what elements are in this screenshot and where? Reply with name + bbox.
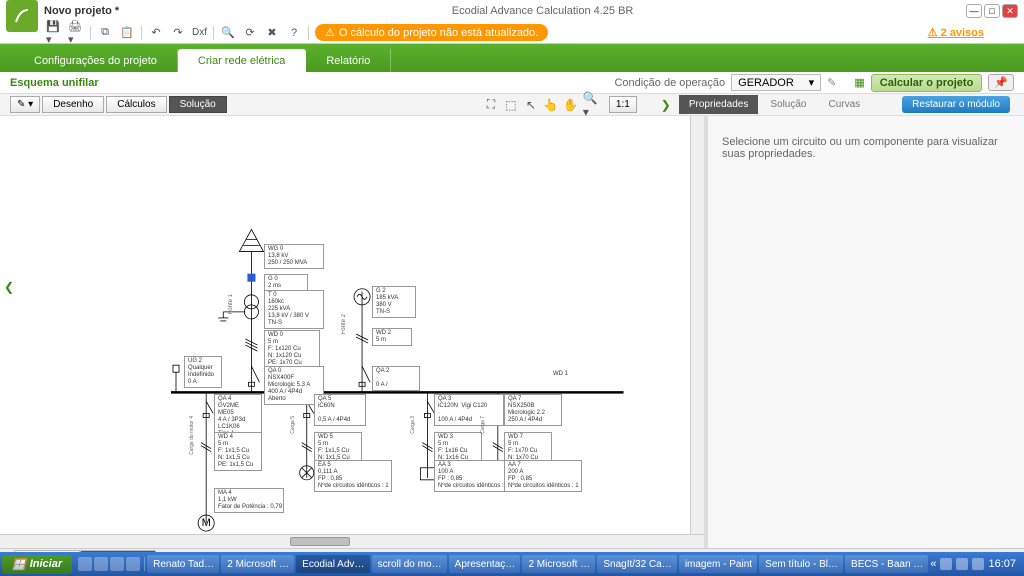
select-icon[interactable]: ⬚	[503, 97, 519, 113]
box-qa5[interactable]: QA 5 iC60N · 0,5 A / 4P4d	[314, 394, 366, 426]
file-toolbar: 💾▾ 🖨▾ ⧉ 📋 ↶ ↷ Dxf 🔍 ⟳ ✖ ? ⚠ O cálculo do…	[0, 22, 1024, 44]
settings-icon[interactable]: ✖	[264, 25, 280, 41]
box-wd2[interactable]: WD 2 5 m	[372, 328, 412, 346]
maximize-button[interactable]: □	[984, 4, 1000, 18]
box-aa3[interactable]: AA 3 100 A FP : 0,85 Nºde circuitos idên…	[434, 460, 512, 492]
box-qa7[interactable]: QA 7 NSX250B Micrologic 2.2 250 A / 4P4d	[504, 394, 562, 426]
properties-placeholder: Selecione um circuito ou um componente p…	[708, 116, 1024, 548]
cond-edit-icon[interactable]: ✎	[827, 76, 836, 89]
tab-relatorio[interactable]: Relatório	[306, 49, 391, 72]
canvas-hscroll[interactable]	[0, 534, 704, 548]
collapse-panel-icon[interactable]: ❯	[661, 98, 671, 112]
label-cg3: Carga 3	[410, 416, 416, 434]
app-logo	[6, 0, 38, 32]
cond-select[interactable]: GERADOR▾	[731, 74, 821, 91]
properties-panel: Selecione um circuito ou um componente p…	[704, 116, 1024, 548]
task-6[interactable]: SnagIt/32 Ca…	[597, 555, 676, 573]
taskbar: 🪟 Iniciar Renato Tad… 2 Microsoft … Ecod…	[0, 552, 1024, 576]
paste-icon[interactable]: 📋	[119, 25, 135, 41]
copy-icon[interactable]: ⧉	[97, 25, 113, 41]
sol-tab[interactable]: Solução	[760, 95, 816, 114]
drawing-toolbar: ✎ ▾ Desenho Cálculos Solução ⛶ ⬚ ↖ 👆 ✋ 🔍…	[0, 94, 1024, 116]
tab-solucao[interactable]: Solução	[169, 96, 227, 113]
schema-title: Esquema unifilar	[10, 77, 99, 89]
main-tab-bar: Configurações do projeto Criar rede elét…	[0, 44, 1024, 72]
calculate-button[interactable]: Calcular o projeto	[871, 74, 983, 92]
cond-label: Condição de operação	[614, 77, 725, 89]
label-cg5: Carga 5	[290, 416, 296, 434]
box-wd1[interactable]: WD 1	[550, 370, 610, 379]
label-fonte1: Fonte 1	[228, 294, 234, 314]
box-ea5[interactable]: EA 5 0,111 A FP : 0,85 Nºde circuitos id…	[314, 460, 392, 492]
search-icon[interactable]: 🔍	[220, 25, 236, 41]
label-cg4: Carga do motor 4	[189, 416, 195, 455]
avisos-link[interactable]: ⚠ 2 avisos	[928, 26, 984, 39]
box-ma4[interactable]: MA 4 1,1 kW Fator de Potência : 0,79	[214, 488, 284, 513]
warning-pill[interactable]: ⚠ O cálculo do projeto não está atualiza…	[315, 24, 548, 41]
task-3[interactable]: scroll do mo…	[372, 555, 447, 573]
tab-calculos[interactable]: Cálculos	[106, 96, 166, 113]
tab-desenho[interactable]: Desenho	[42, 96, 104, 113]
box-wd4[interactable]: WD 4 5 m F: 1x1,5 Cu N: 1x1,5 Cu PE: 1x1…	[214, 432, 262, 471]
cursor-icon[interactable]: ↖	[523, 97, 539, 113]
task-5[interactable]: 2 Microsoft …	[522, 555, 595, 573]
restore-module-button[interactable]: Restaurar o módulo	[902, 96, 1010, 113]
task-9[interactable]: BECS - Baan …	[845, 555, 928, 573]
box-qa3[interactable]: QA 3 iC120N Vigi C120 · 100 A / 4P4d	[434, 394, 504, 426]
close-button[interactable]: ✕	[1002, 4, 1018, 18]
pin-button[interactable]: 📌	[988, 74, 1014, 91]
task-4[interactable]: Apresentaç…	[449, 555, 521, 573]
fit-icon[interactable]: ⛶	[483, 97, 499, 113]
app-title: Ecodial Advance Calculation 4.25 BR	[125, 5, 960, 17]
help-icon[interactable]: ?	[286, 25, 302, 41]
box-wg0[interactable]: WG 0 13,8 kV 250 / 250 MVA	[264, 244, 324, 269]
task-1[interactable]: 2 Microsoft …	[221, 555, 294, 573]
zoom-icon[interactable]: 🔍▾	[583, 97, 599, 113]
box-wd0[interactable]: WD 0 5 m F: 1x120 Cu N: 1x120 Cu PE: 1x7…	[264, 330, 320, 369]
label-cg7: Carga 7	[480, 416, 486, 434]
prop-tab[interactable]: Propriedades	[679, 95, 758, 114]
redo-icon[interactable]: ↷	[170, 25, 186, 41]
measure-icon[interactable]: 👆	[543, 97, 559, 113]
titlebar: Novo projeto * Ecodial Advance Calculati…	[0, 0, 1024, 22]
undo-icon[interactable]: ↶	[148, 25, 164, 41]
ql-other-icon[interactable]	[110, 557, 124, 571]
main-area: M WG	[0, 116, 1024, 548]
ql-ie-icon[interactable]	[78, 557, 92, 571]
print-icon[interactable]: 🖨▾	[68, 25, 84, 41]
box-aa7[interactable]: AA 7 200 A FP : 0,85 Nºde circuitos idên…	[504, 460, 582, 492]
save-icon[interactable]: 💾▾	[46, 25, 62, 41]
task-8[interactable]: Sem título - Bl…	[759, 555, 843, 573]
canvas[interactable]: M WG	[0, 116, 704, 548]
task-2[interactable]: Ecodial Adv…	[296, 555, 369, 573]
draw-tool-menu[interactable]: ✎ ▾	[10, 96, 40, 113]
window-controls: — □ ✕	[966, 4, 1018, 18]
task-7[interactable]: imagem - Paint	[679, 555, 757, 573]
pan-icon[interactable]: ✋	[563, 97, 579, 113]
ql-desktop-icon[interactable]	[126, 557, 140, 571]
svg-text:M: M	[202, 517, 211, 529]
quick-launch	[74, 557, 145, 571]
box-t0[interactable]: T 0 160kc 225 kVA 13,8 kV / 380 V TN-S	[264, 290, 324, 329]
system-tray[interactable]: « 16:07	[930, 558, 1022, 570]
tab-config[interactable]: Configurações do projeto	[14, 49, 178, 72]
minimize-button[interactable]: —	[966, 4, 982, 18]
box-ug2[interactable]: UG 2 Qualquer Indefinido 0 A	[184, 356, 222, 388]
box-g2[interactable]: G 2 185 kVA 380 V TN-S	[372, 286, 416, 318]
label-fonte2: Fonte 2	[341, 314, 347, 334]
tab-criar[interactable]: Criar rede elétrica	[178, 49, 306, 72]
expand-left-icon[interactable]: ❮	[4, 280, 14, 294]
start-button[interactable]: 🪟 Iniciar	[2, 555, 72, 574]
canvas-vscroll[interactable]	[690, 116, 704, 534]
task-0[interactable]: Renato Tad…	[147, 555, 219, 573]
dxf-export[interactable]: Dxf	[192, 25, 207, 41]
ql-mail-icon[interactable]	[94, 557, 108, 571]
refresh-icon[interactable]: ⟳	[242, 25, 258, 41]
project-name: Novo projeto *	[44, 5, 119, 17]
zoom-11[interactable]: 1:1	[609, 96, 637, 113]
schema-header: Esquema unifilar Condição de operação GE…	[0, 72, 1024, 94]
clock: 16:07	[988, 558, 1016, 570]
box-qa2[interactable]: QA 2 · 0 A /	[372, 366, 420, 391]
curv-tab[interactable]: Curvas	[818, 95, 870, 114]
